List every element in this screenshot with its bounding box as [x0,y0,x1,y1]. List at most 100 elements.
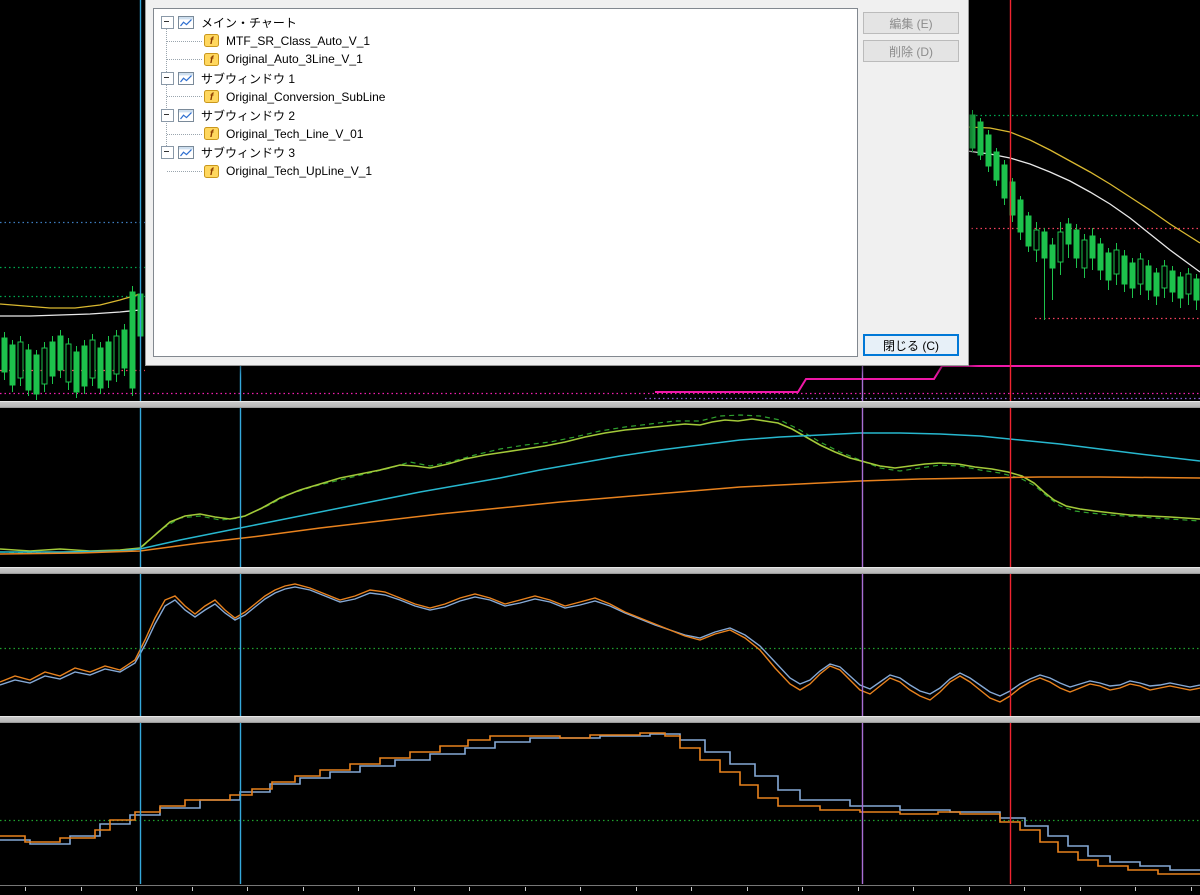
indicator-icon: f [204,52,219,66]
chart-window-icon [178,145,194,159]
tree-node-indicator[interactable]: f MTF_SR_Class_Auto_V_1 [154,32,857,51]
sub1-green-line [0,418,1200,552]
indicator-icon: f [204,90,219,103]
tree-node-indicator[interactable]: f Original_Tech_Line_V_01 [154,125,857,144]
delete-button[interactable]: 削除 (D) [863,40,959,62]
axis-tick [25,887,26,891]
candle-body [65,343,72,383]
candle-body [969,114,976,149]
candle-body [993,151,1000,181]
sub3-orange-step-line [0,732,1200,875]
candle-body [1041,231,1048,259]
tree-guide-line [166,22,167,153]
collapse-icon[interactable] [161,15,174,29]
axis-tick [580,887,581,891]
candle-body [1017,199,1024,233]
candle-body [81,345,88,387]
close-button[interactable]: 閉じる (C) [863,334,959,356]
tree-node-indicator[interactable]: f Original_Auto_3Line_V_1 [154,50,857,69]
window-splitter[interactable] [0,567,1200,574]
candle-body [1129,262,1136,289]
axis-tick [1079,887,1081,891]
candle-body [121,329,128,369]
axis-tick [746,887,748,891]
tree-node-label: Original_Auto_3Line_V_1 [226,52,363,67]
candle-body [1105,252,1112,281]
indicator-icon: f [204,164,219,178]
tree-node-label: Original_Tech_UpLine_V_1 [226,164,373,179]
axis-tick [913,887,914,891]
axis-tick [1135,887,1136,891]
tree-node-subwindow-1[interactable]: サブウィンドウ 1 [154,69,857,88]
tree-node-label: サブウィンドウ 3 [201,145,296,160]
candle-body [57,335,64,371]
axis-tick [857,887,859,891]
candle-body [1025,215,1032,247]
collapse-icon[interactable] [161,71,174,85]
candle-body [977,121,984,156]
axis-tick [691,887,692,891]
candle-body [1121,255,1128,285]
candle-body [985,134,992,167]
candle-body [1097,243,1104,271]
sub1-cyan-line [0,432,1200,553]
candle-body [1073,229,1080,259]
candle-body [1089,235,1096,259]
window-splitter[interactable] [0,401,1200,408]
tree-node-label: Original_Conversion_SubLine [226,89,386,104]
chart-window-icon [178,71,194,85]
candle-body [1057,231,1064,263]
axis-tick [80,887,82,891]
candle-body [1033,229,1040,251]
candle-body [1193,278,1200,301]
axis-tick [302,887,304,891]
candle-body [33,354,40,395]
window-splitter[interactable] [0,716,1200,723]
support-step-line [655,365,1200,393]
tree-node-indicator[interactable]: f Original_Tech_UpLine_V_1 [154,162,857,181]
chart-window-icon [178,15,194,29]
sub1-dashed-line [0,414,1200,554]
candle-body [1161,265,1168,289]
chart-window-icon [178,108,194,122]
collapse-icon[interactable] [161,108,174,122]
candle-body [113,335,120,375]
indicator-icon: f [204,127,219,141]
axis-tick [635,887,637,891]
axis-tick [1024,887,1025,891]
candle-body [17,341,24,379]
candle-body [1001,164,1008,199]
candle-body [89,339,96,379]
candle-body [1177,276,1184,299]
tree-node-label: サブウィンドウ 1 [201,71,296,86]
candle-body [1113,249,1120,275]
candle-body [1145,265,1152,291]
axis-tick [469,887,470,891]
tree-node-subwindow-2[interactable]: サブウィンドウ 2 [154,106,857,125]
candle-body [73,351,80,393]
tree-node-subwindow-3[interactable]: サブウィンドウ 3 [154,143,857,162]
axis-tick [136,887,137,891]
tree-node-label: Original_Tech_Line_V_01 [226,126,364,141]
candle-body [1065,223,1072,245]
axis-tick [524,887,526,891]
edit-button[interactable]: 編集 (E) [863,12,959,34]
sub1-orange-line [0,476,1200,555]
tree-node-label: MTF_SR_Class_Auto_V_1 [226,33,371,48]
indicator-icon: f [204,34,219,48]
axis-tick [968,887,970,891]
tree-node-label: メイン・チャート [201,15,297,30]
candle-body [25,349,32,391]
indicators-tree[interactable]: メイン・チャート f MTF_SR_Class_Auto_V_1 f Original_… [153,8,858,357]
candle-body [9,344,16,386]
candle-body [1137,258,1144,285]
axis-tick [802,887,803,891]
tree-node-indicator[interactable]: f Original_Conversion_SubLine [154,87,857,106]
tree-node-main-chart[interactable]: メイン・チャート [154,13,857,32]
collapse-icon[interactable] [161,145,174,159]
candle-body [1153,272,1160,297]
candle-body [105,341,112,381]
axis-tick [413,887,415,891]
candle-body [129,291,136,389]
candle-body [1169,270,1176,293]
